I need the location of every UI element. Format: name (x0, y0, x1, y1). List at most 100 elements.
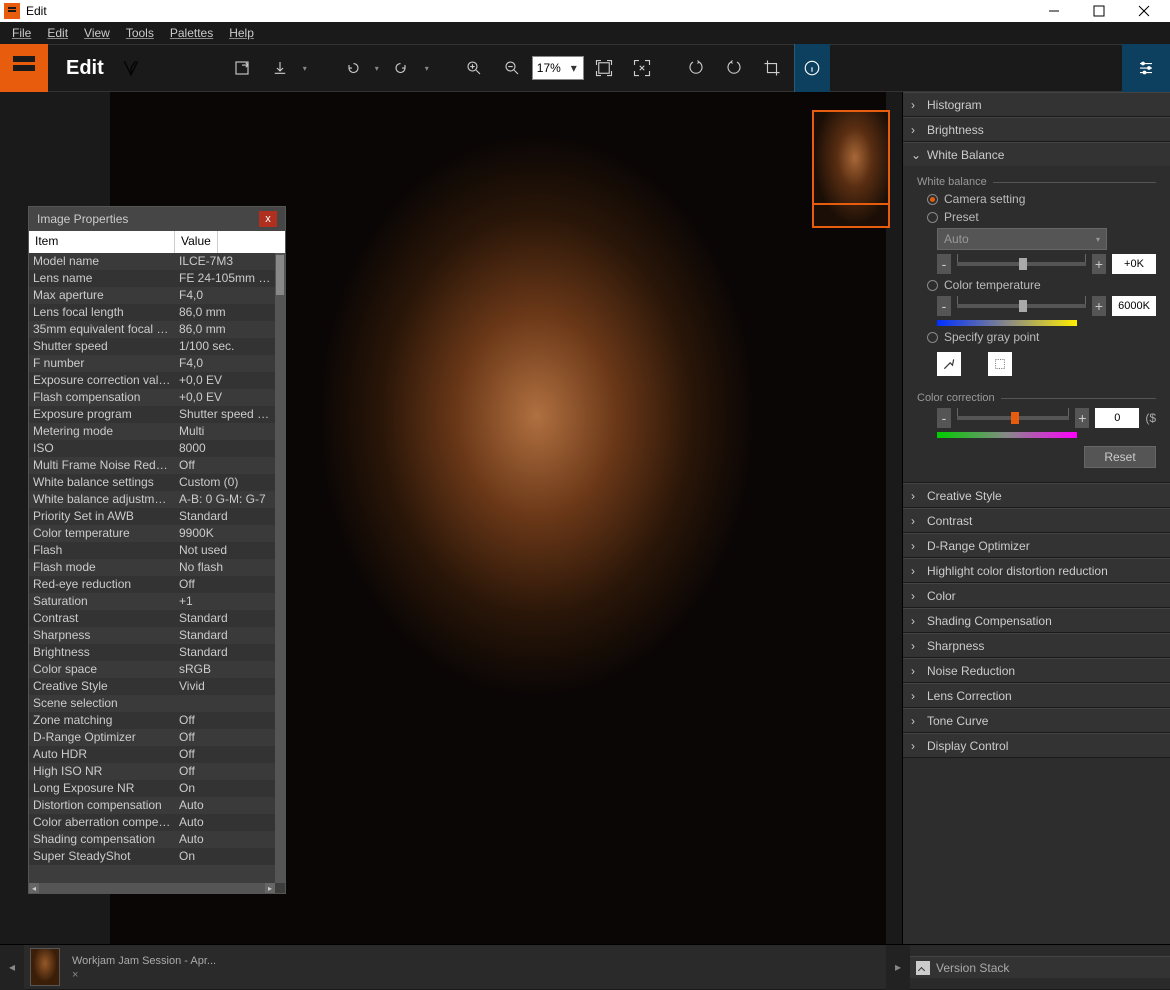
column-header-item[interactable]: Item (29, 231, 175, 253)
property-name: Model name (29, 253, 175, 270)
preset-shift-plus-button[interactable]: + (1092, 254, 1106, 274)
panel-sharpness[interactable]: ›Sharpness (903, 633, 1170, 657)
filmstrip-next-button[interactable]: ▸ (886, 945, 910, 990)
wb-preset-dropdown[interactable]: Auto▾ (937, 228, 1107, 250)
wb-preset-radio[interactable]: Preset (927, 210, 1156, 224)
gray-point-region-button[interactable] (988, 352, 1012, 376)
panel-lens-correction[interactable]: ›Lens Correction (903, 683, 1170, 707)
preset-shift-value[interactable]: +0K (1112, 254, 1156, 274)
property-row: Distortion compensationAuto (29, 797, 275, 814)
wb-color-temp-radio[interactable]: Color temperature (927, 278, 1156, 292)
filmstrip-close-button[interactable]: × (66, 969, 222, 981)
horizontal-scrollbar[interactable]: ◂ ▸ (29, 883, 275, 893)
close-button[interactable] (1121, 0, 1166, 22)
chevron-right-icon: › (911, 639, 923, 653)
scroll-right-icon[interactable]: ▸ (265, 883, 275, 893)
mode-title: Edit (48, 57, 122, 80)
cc-plus-button[interactable]: + (1075, 408, 1089, 428)
wb-camera-setting-radio[interactable]: Camera setting (927, 192, 1156, 206)
wb-gray-point-radio[interactable]: Specify gray point (927, 330, 1156, 344)
zoom-input[interactable]: ▾ (532, 56, 584, 80)
panel-white-balance[interactable]: ⌄White Balance (903, 142, 1170, 166)
panel-shading-compensation[interactable]: ›Shading Compensation (903, 608, 1170, 632)
property-row: ISO8000 (29, 440, 275, 457)
fit-screen-button[interactable] (586, 50, 622, 86)
chevron-down-icon: ▾ (1096, 235, 1100, 244)
reset-button[interactable]: Reset (1084, 446, 1156, 468)
undo-button[interactable] (334, 50, 370, 86)
zoom-out-button[interactable] (494, 50, 530, 86)
version-stack-header[interactable]: Version Stack (910, 956, 1170, 978)
save-button[interactable] (262, 50, 298, 86)
panel-tone-curve[interactable]: ›Tone Curve (903, 708, 1170, 732)
viewer-mode-icon[interactable] (122, 59, 140, 77)
column-header-value[interactable]: Value (175, 231, 218, 253)
scroll-left-icon[interactable]: ◂ (29, 883, 39, 893)
image-properties-window[interactable]: Image Properties x Item Value Model name… (28, 206, 286, 894)
cc-minus-button[interactable]: - (937, 408, 951, 428)
info-button[interactable] (794, 44, 830, 92)
adjustments-panel-button[interactable] (1122, 44, 1170, 92)
panel-contrast[interactable]: ›Contrast (903, 508, 1170, 532)
property-row: Flash modeNo flash (29, 559, 275, 576)
image-properties-close-button[interactable]: x (259, 211, 277, 227)
rotate-left-button[interactable] (678, 50, 714, 86)
property-name: White balance settings (29, 474, 175, 491)
cc-slider[interactable] (957, 416, 1069, 420)
property-value: F4,0 (175, 287, 275, 304)
preset-shift-minus-button[interactable]: - (937, 254, 951, 274)
menu-file[interactable]: File (4, 26, 39, 40)
save-dropdown-icon[interactable]: ▾ (300, 64, 310, 73)
preset-shift-slider[interactable] (957, 262, 1086, 266)
panel-creative-style[interactable]: ›Creative Style (903, 483, 1170, 507)
radio-on-icon (927, 194, 938, 205)
property-value: F4,0 (175, 355, 275, 372)
color-temp-plus-button[interactable]: + (1092, 296, 1106, 316)
menu-help[interactable]: Help (221, 26, 262, 40)
zoom-field[interactable] (537, 61, 569, 75)
panel-highlight-color-distortion-reduction[interactable]: ›Highlight color distortion reduction (903, 558, 1170, 582)
crop-button[interactable] (754, 50, 790, 86)
canvas[interactable]: Image Properties x Item Value Model name… (0, 92, 902, 944)
cc-value[interactable]: 0 (1095, 408, 1139, 428)
navigator-thumbnail[interactable] (812, 110, 890, 228)
rotate-right-button[interactable] (716, 50, 752, 86)
filmstrip-thumbnail[interactable] (30, 948, 60, 986)
gray-point-picker-button[interactable] (937, 352, 961, 376)
panel-brightness[interactable]: ›Brightness (903, 117, 1170, 141)
property-row: Priority Set in AWBStandard (29, 508, 275, 525)
vertical-scrollbar[interactable] (275, 253, 285, 883)
panel-d-range-optimizer[interactable]: ›D-Range Optimizer (903, 533, 1170, 557)
export-button[interactable] (224, 50, 260, 86)
zoom-dropdown-icon[interactable]: ▾ (569, 61, 579, 75)
menu-edit[interactable]: Edit (39, 26, 76, 40)
undo-dropdown-icon[interactable]: ▾ (372, 64, 382, 73)
panel-display-control[interactable]: ›Display Control (903, 733, 1170, 757)
actual-size-button[interactable] (624, 50, 660, 86)
color-temp-value[interactable]: 6000K (1112, 296, 1156, 316)
image-properties-titlebar[interactable]: Image Properties x (29, 207, 285, 231)
property-name: White balance adjustment (29, 491, 175, 508)
property-value: Off (175, 729, 275, 746)
property-row: Exposure correction value+0,0 EV (29, 372, 275, 389)
panel-color[interactable]: ›Color (903, 583, 1170, 607)
color-temp-minus-button[interactable]: - (937, 296, 951, 316)
redo-button[interactable] (384, 50, 420, 86)
menu-palettes[interactable]: Palettes (162, 26, 221, 40)
chevron-right-icon: › (911, 514, 923, 528)
maximize-button[interactable] (1076, 0, 1121, 22)
filmstrip-prev-button[interactable]: ◂ (0, 945, 24, 990)
redo-dropdown-icon[interactable]: ▾ (422, 64, 432, 73)
panel-histogram[interactable]: ›Histogram (903, 92, 1170, 116)
minimize-button[interactable] (1031, 0, 1076, 22)
property-name: Brightness (29, 644, 175, 661)
zoom-in-button[interactable] (456, 50, 492, 86)
property-row: F numberF4,0 (29, 355, 275, 372)
menu-tools[interactable]: Tools (118, 26, 162, 40)
panel-noise-reduction[interactable]: ›Noise Reduction (903, 658, 1170, 682)
property-row: Long Exposure NROn (29, 780, 275, 797)
property-value (175, 695, 275, 712)
chevron-right-icon: › (911, 489, 923, 503)
color-temp-slider[interactable] (957, 304, 1086, 308)
menu-view[interactable]: View (76, 26, 118, 40)
